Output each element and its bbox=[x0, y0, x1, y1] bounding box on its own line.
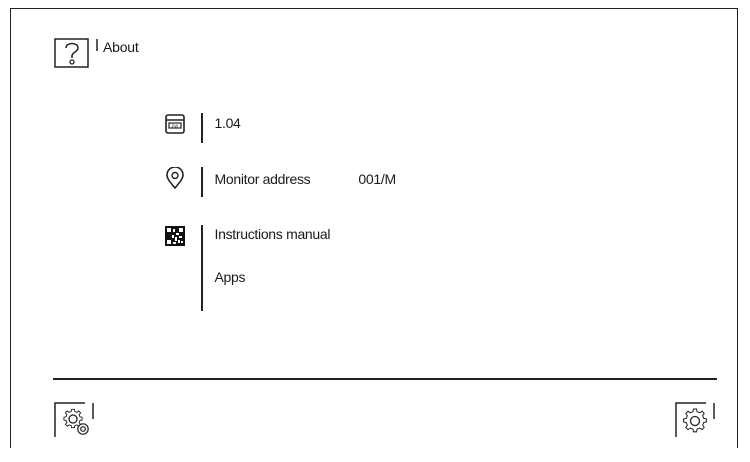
qr-code-icon bbox=[165, 226, 185, 246]
separator bbox=[201, 113, 203, 143]
address-label: Monitor address bbox=[214, 171, 311, 187]
page-title: About bbox=[103, 39, 139, 55]
settings-button[interactable] bbox=[53, 399, 95, 439]
footer-divider bbox=[53, 378, 717, 380]
gear-settings-icon bbox=[54, 402, 94, 437]
firmware-icon: FW bbox=[165, 114, 185, 134]
version-value: 1.04 bbox=[214, 115, 241, 131]
address-value: 001/M bbox=[358, 171, 396, 187]
svg-text:FW: FW bbox=[172, 123, 179, 128]
apps-link[interactable]: Apps bbox=[215, 268, 331, 286]
about-screen: About FW 1.04 Monitor address 001/M Inst… bbox=[10, 8, 738, 448]
location-pin-icon bbox=[166, 167, 184, 189]
documentation-links: Instructions manual Apps bbox=[215, 225, 331, 286]
instructions-manual-link[interactable]: Instructions manual bbox=[215, 225, 331, 243]
version-row: FW 1.04 bbox=[164, 113, 241, 143]
address-content: Monitor address 001/M bbox=[214, 171, 397, 187]
device-settings-button[interactable] bbox=[674, 399, 716, 439]
question-mark-icon bbox=[54, 38, 98, 68]
separator bbox=[201, 167, 203, 197]
help-button[interactable] bbox=[53, 37, 99, 69]
gear-icon bbox=[675, 402, 715, 437]
address-row: Monitor address 001/M bbox=[164, 167, 396, 197]
separator bbox=[201, 225, 203, 311]
header: About bbox=[53, 37, 139, 69]
documentation-row: Instructions manual Apps bbox=[164, 225, 331, 311]
